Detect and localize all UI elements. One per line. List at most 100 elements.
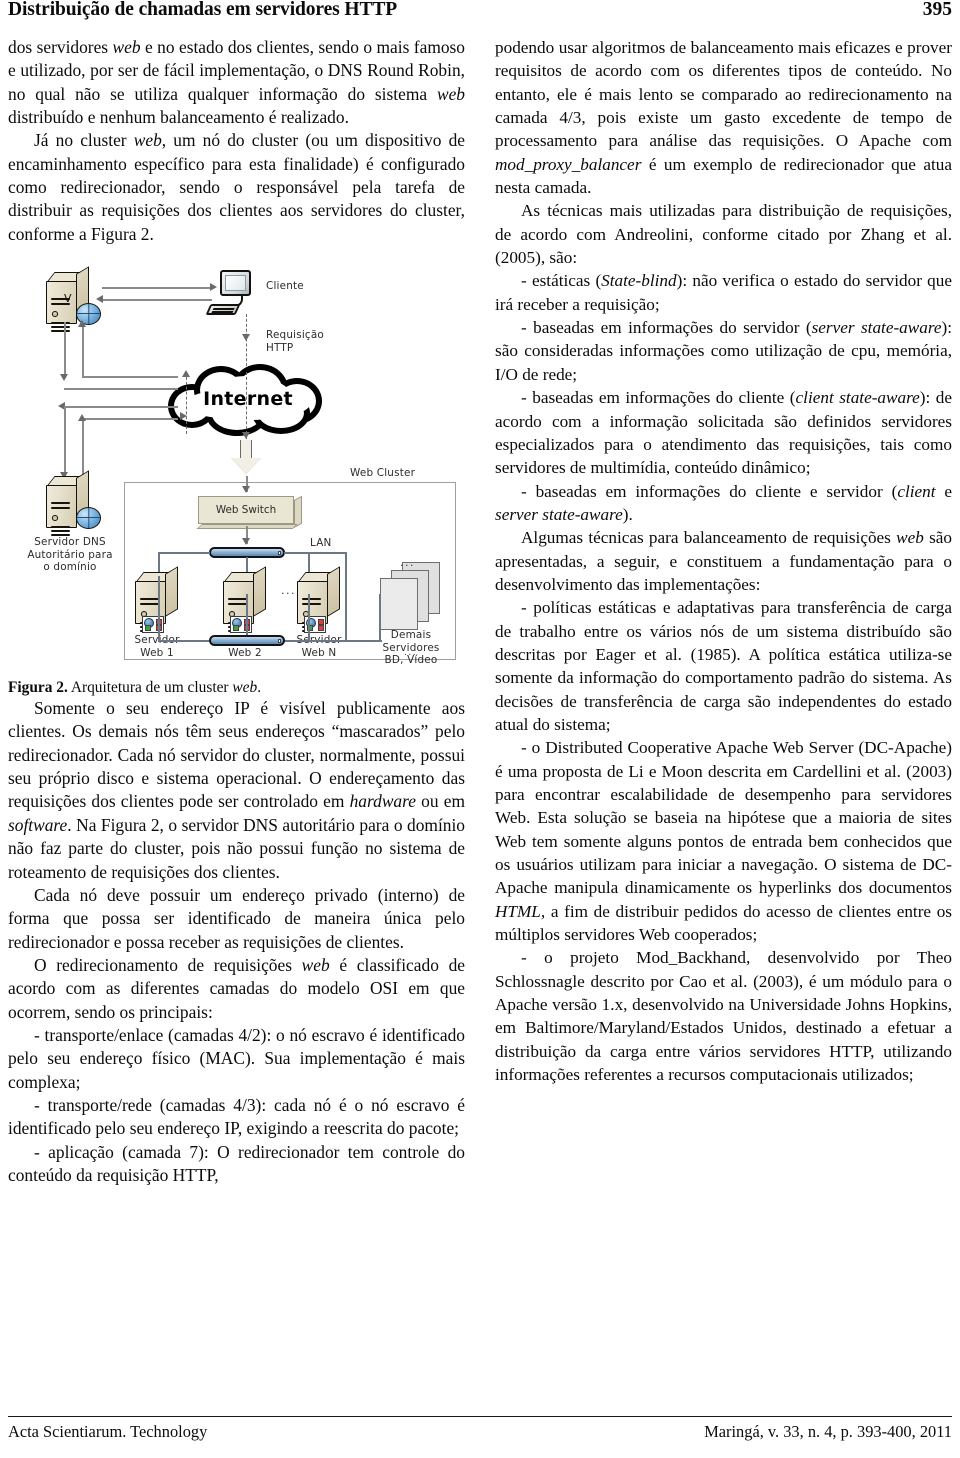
emphasis-text: web xyxy=(301,954,330,975)
emphasis-text: hardware xyxy=(349,791,416,812)
label-servidor-web-n: Servidor Web N xyxy=(296,634,341,659)
label-servidor-dns: Servidor DNS Autoritário para o domínio xyxy=(27,536,113,574)
left-column-text-top: dos servidores web e no estado dos clien… xyxy=(8,36,465,246)
big-arrow-to-cluster xyxy=(231,440,261,475)
emphasis-text: client xyxy=(897,481,936,501)
label-cliente: Cliente xyxy=(266,280,304,293)
emphasis-text: State-blind xyxy=(601,271,677,291)
right-column: podendo usar algoritmos de balanceamento… xyxy=(495,36,952,1404)
body-text: distribuído e nenhum balanceamento é rea… xyxy=(8,107,349,128)
emphasis-text: software xyxy=(8,814,68,835)
web-app-badge-2 xyxy=(230,616,252,634)
figure-2-caption: Figura 2. Arquitetura de um cluster web. xyxy=(8,678,465,697)
footer-rule xyxy=(8,1416,952,1418)
bus-drop-1 xyxy=(158,576,160,641)
emphasis-text: server state-aware xyxy=(811,318,942,338)
right-column-paragraph: As técnicas mais utilizadas para distrib… xyxy=(495,199,952,269)
figure-2-caption-text-after: . xyxy=(257,679,262,697)
body-text: - o Distributed Cooperative Apache Web S… xyxy=(495,738,952,898)
line-cloud-to-dns-c xyxy=(64,406,178,408)
body-text: Algumas técnicas para balanceamento de r… xyxy=(521,528,897,548)
figure-2-caption-italic: web xyxy=(232,679,258,697)
arrowhead-to-dns xyxy=(96,295,103,304)
body-text: e xyxy=(935,481,952,501)
body-text: - políticas estáticas e adaptativas para… xyxy=(495,598,952,734)
body-text: - transporte/enlace (camadas 4/2): o nó … xyxy=(8,1024,465,1092)
page-title: Distribuição de chamadas em servidores H… xyxy=(8,0,398,20)
label-internet: Internet xyxy=(203,388,293,411)
label-lan: LAN xyxy=(310,537,332,550)
left-column-paragraph: dos servidores web e no estado dos clien… xyxy=(8,36,465,129)
body-text: - baseadas em informações do cliente ( xyxy=(521,388,796,408)
left-column-paragraph: O redirecionamento de requisições web é … xyxy=(8,954,465,1024)
right-column-paragraph: - políticas estáticas e adaptativas para… xyxy=(495,596,952,736)
emphasis-text: web xyxy=(436,83,465,104)
emphasis-text: web xyxy=(896,528,924,548)
body-text: ). xyxy=(622,504,633,524)
emphasis-text: mod_proxy_balancer xyxy=(495,154,642,174)
emphasis-text: server state-aware xyxy=(495,504,623,524)
figure-2-caption-text-before: Arquitetura de um cluster xyxy=(67,679,233,697)
lan-drop-4 xyxy=(345,552,347,641)
line-down-to-dns2 xyxy=(64,406,66,479)
figure-2-graphic: V Cliente Requisição HTTP Internet Servi… xyxy=(8,254,465,674)
arrowhead-dns-down-1 xyxy=(60,374,68,382)
article-body: dos servidores web e no estado dos clien… xyxy=(8,36,952,1404)
left-column-paragraph: - aplicação (camada 7): O redirecionador… xyxy=(8,1141,465,1188)
left-column-paragraph: Cada nó deve possuir um endereço privado… xyxy=(8,884,465,954)
arrowhead-cloud-in xyxy=(180,412,187,421)
emphasis-text: web xyxy=(112,37,141,57)
label-servidor-web-1: Servidor Web 1 xyxy=(134,634,180,659)
bus-drop-2 xyxy=(246,594,248,641)
body-text: - estáticas ( xyxy=(521,271,602,291)
body-text: - aplicação (camada 7): O redirecionador… xyxy=(8,1141,465,1185)
right-column-paragraph: - baseadas em informações do cliente e s… xyxy=(495,480,952,527)
body-text: - baseadas em informações do cliente e s… xyxy=(521,481,898,501)
emphasis-text: client state-aware xyxy=(795,388,920,408)
footer-citation: Maringá, v. 33, n. 4, p. 393-400, 2011 xyxy=(704,1422,952,1441)
line-cloud-to-dns-a xyxy=(82,376,178,378)
lan-branch-left xyxy=(158,552,210,554)
globe-icon-bottom xyxy=(76,507,101,530)
body-text: - transporte/rede (camadas 4/3): cada nó… xyxy=(8,1094,465,1139)
web-switch-node: Web Switch xyxy=(196,495,302,530)
line-down-to-dns2-b xyxy=(82,418,84,479)
web-app-badge-1 xyxy=(142,616,164,634)
arrowhead-switch-to-lan xyxy=(242,538,250,546)
right-column-paragraph: - estáticas (State-blind): não verifica … xyxy=(495,269,952,316)
ellipsis-stack-top: ... xyxy=(400,556,415,570)
right-column-paragraph: Algumas técnicas para balanceamento de r… xyxy=(495,526,952,596)
right-column-paragraph: - baseadas em informações do servidor (s… xyxy=(495,316,952,386)
line-cloud-to-dns-d xyxy=(82,418,178,420)
label-web-cluster: Web Cluster xyxy=(350,467,416,480)
figure-2-caption-label: Figura 2. xyxy=(8,679,68,697)
body-text: ou em xyxy=(415,791,465,812)
dns-server-letter: V xyxy=(64,292,72,306)
body-text: - baseadas em informações do servidor ( xyxy=(521,318,812,338)
bus-bottom-left xyxy=(158,640,210,642)
left-column: dos servidores web e no estado dos clien… xyxy=(8,36,465,1404)
arrowhead-to-client xyxy=(210,283,217,292)
label-requisicao-http: Requisição HTTP xyxy=(266,329,324,354)
body-text: O redirecionamento de requisições xyxy=(34,954,302,975)
arrowhead-into-switch xyxy=(242,486,250,494)
emphasis-text: HTML xyxy=(495,901,541,921)
arrowhead-dns2-up xyxy=(78,414,86,422)
running-head: Distribuição de chamadas em servidores H… xyxy=(8,0,952,28)
body-text: Cada nó deve possuir um endereço privado… xyxy=(8,884,465,952)
body-text: Já no cluster xyxy=(34,130,134,151)
footer-journal: Acta Scientiarum. Technology xyxy=(8,1422,208,1441)
body-text: . Na Figura 2, o servidor DNS autoritári… xyxy=(8,814,465,882)
client-keyboard-icon xyxy=(205,304,241,316)
figure-2: V Cliente Requisição HTTP Internet Servi… xyxy=(8,254,465,697)
right-column-paragraph: - baseadas em informações do cliente (cl… xyxy=(495,386,952,479)
left-column-paragraph: Já no cluster web, um nó do cluster (ou … xyxy=(8,129,465,246)
line-cloud-to-dns-b xyxy=(64,388,178,390)
bus-bottom-right xyxy=(284,640,382,642)
bus-drop-4 xyxy=(379,594,381,641)
body-text: dos servidores xyxy=(8,37,113,57)
left-column-text-bottom: Somente o seu endereço IP é visível publ… xyxy=(8,697,465,1187)
arrowhead-dns-up-1 xyxy=(78,320,86,328)
line-dns-up-1 xyxy=(82,324,84,377)
line-client-to-dns xyxy=(102,299,212,301)
